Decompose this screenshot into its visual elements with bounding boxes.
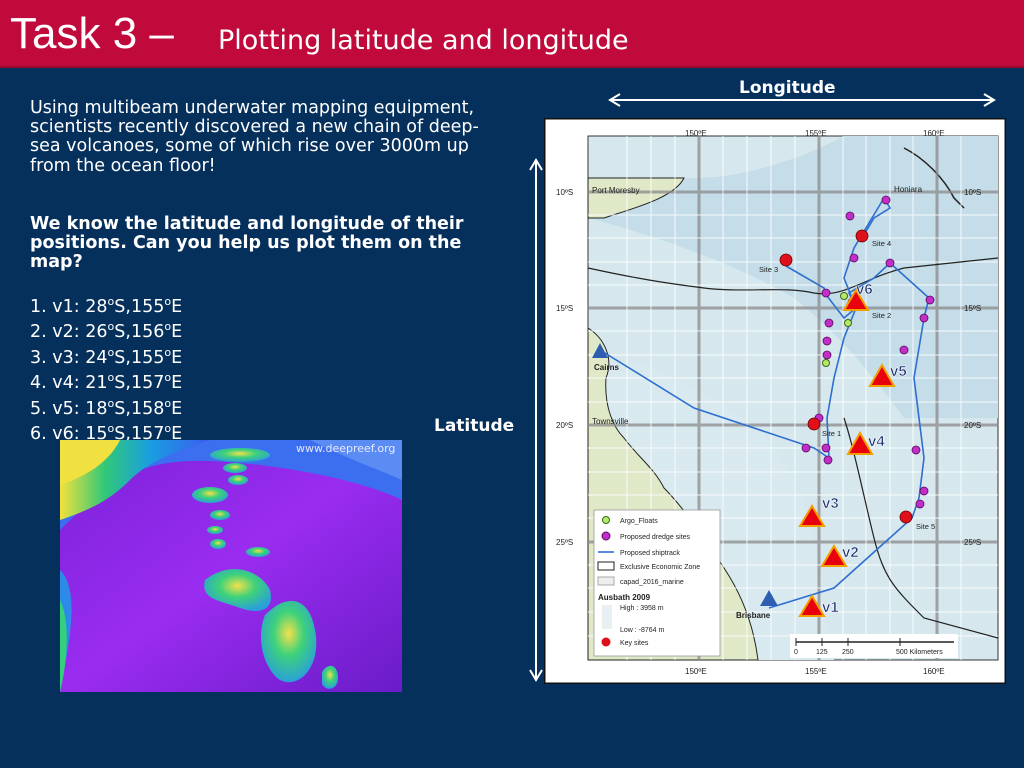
volcano-label-v3: v3 [822, 495, 839, 512]
task-subtitle: Plotting latitude and longitude [218, 25, 629, 56]
lon-tick-label: 150ºE [685, 667, 707, 676]
lat-tick-label: 25ºS [556, 538, 573, 547]
photo-watermark: www.deepreef.org [296, 442, 396, 455]
lat-tick-label: 10ºS [556, 188, 573, 197]
scale-label: 0 [794, 649, 798, 656]
scale-label: 250 [842, 649, 854, 656]
lat-tick-label: 20ºS [556, 421, 573, 430]
lon-tick-label: 150ºE [685, 129, 707, 138]
volcano-list-item: 5. v5: 18oS,158oE [30, 396, 183, 419]
lon-tick-label: 155ºE [805, 667, 827, 676]
task-title: Task 3 – [10, 9, 174, 58]
place-label: Cairns [594, 363, 619, 372]
coral-sea-map: Site 3 Site 4 Site 2 Site 1 Site 5 Cairn… [544, 118, 1006, 684]
question-paragraph: We know the latitude and longitude of th… [30, 214, 464, 273]
place-label: Port Moresby [592, 186, 640, 195]
volcano-label-v4: v4 [868, 433, 885, 450]
volcano-label-v1: v1 [822, 599, 839, 616]
place-label: Townsville [592, 417, 629, 426]
place-label: Brisbane [736, 611, 771, 620]
title-bar: Task 3 – Plotting latitude and longitude [0, 0, 1024, 68]
site-label: Site 3 [759, 265, 778, 274]
seafloor-bathymetry-image [60, 440, 402, 692]
legend-item: capad_2016_marine [620, 579, 684, 586]
volcano-label-v2: v2 [842, 544, 859, 561]
legend-ausbath-title: Ausbath 2009 [598, 593, 651, 602]
legend-item: Argo_Floats [620, 518, 658, 525]
volcano-label-v6: v6 [856, 281, 873, 298]
place-label: Honiara [894, 185, 923, 194]
intro-paragraph: Using multibeam underwater mapping equip… [30, 98, 479, 176]
latitude-arrow [529, 158, 543, 682]
volcano-label-v5: v5 [890, 363, 907, 380]
scale-bar: 0 125 250 500 Kilometers [790, 634, 958, 658]
site-label: Site 5 [916, 522, 935, 531]
volcano-list-item: 3. v3: 24oS,155oE [30, 345, 183, 368]
legend-item: Exclusive Economic Zone [620, 564, 700, 571]
lat-tick-label: 15ºS [556, 304, 573, 313]
lat-tick-label: 10ºS [964, 188, 981, 197]
volcano-list: 1. v1: 28oS,155oE 2. v2: 26oS,156oE 3. v… [30, 292, 182, 445]
scale-label: 500 Kilometers [896, 649, 943, 656]
site-label: Site 4 [872, 239, 891, 248]
lat-tick-label: 15ºS [964, 304, 981, 313]
latitude-label: Latitude [434, 416, 515, 436]
lon-tick-label: 160ºE [923, 129, 945, 138]
map-legend: Argo_Floats Proposed dredge sites Propos… [593, 509, 721, 657]
lat-tick-label: 20ºS [964, 421, 981, 430]
legend-item: Proposed shiptrack [620, 550, 680, 557]
lon-tick-label: 160ºE [923, 667, 945, 676]
volcano-list-item: 4. v4: 21oS,157oE [30, 371, 183, 394]
lat-tick-label: 25ºS [964, 538, 981, 547]
legend-high: High : 3958 m [620, 605, 664, 612]
longitude-arrow [608, 93, 996, 107]
scale-label: 125 [816, 649, 828, 656]
volcano-list-item: 2. v2: 26oS,156oE [30, 320, 183, 343]
legend-item: Proposed dredge sites [620, 534, 691, 541]
legend-key-sites: Key sites [620, 640, 649, 647]
site-label: Site 1 [822, 429, 841, 438]
volcano-list-item: 1. v1: 28oS,155oE [30, 295, 183, 317]
legend-low: Low : -8764 m [620, 627, 665, 634]
lon-tick-label: 155ºE [805, 129, 827, 138]
site-label: Site 2 [872, 311, 891, 320]
